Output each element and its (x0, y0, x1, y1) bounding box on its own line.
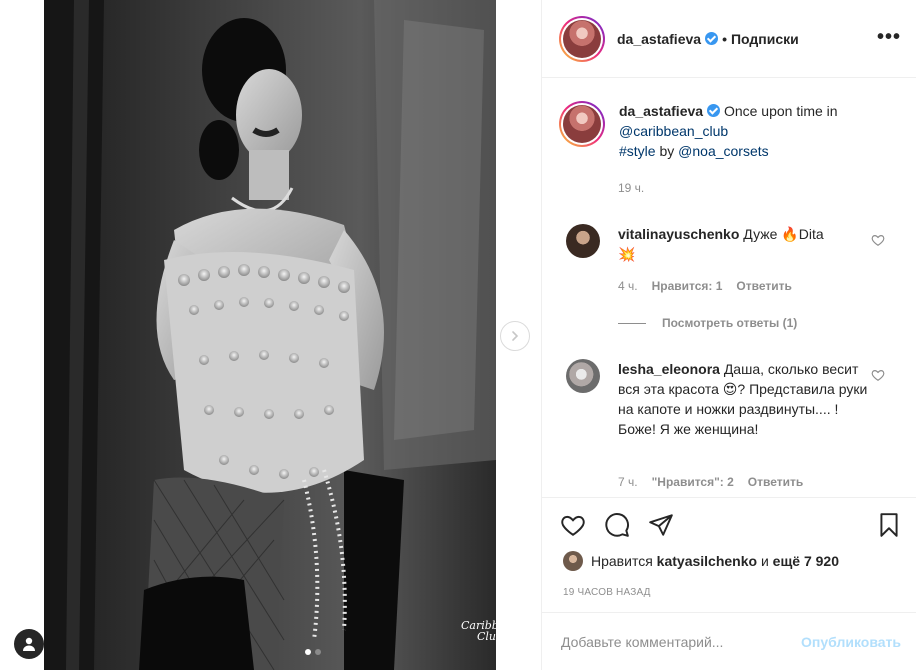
instagram-post-page: Caribbean Club da_astafieva • Подписки •… (0, 0, 916, 670)
post-actions: Нравится katyasilchenko и ещё 7 920 19 Ч… (542, 497, 916, 598)
next-slide-button[interactable] (500, 321, 530, 351)
header-separator: • (722, 30, 727, 47)
author-avatar-image (563, 19, 601, 58)
chevron-right-icon (512, 331, 519, 341)
comment-body-b: Dita (798, 226, 824, 242)
comments-area[interactable]: da_astafieva Once upon time in @caribbea… (542, 79, 916, 496)
verified-badge-icon (705, 32, 719, 45)
mention-noa-corsets[interactable]: @noa_corsets (678, 143, 768, 159)
likes-prefix: Нравится (591, 553, 653, 569)
reply-button[interactable]: Ответить (748, 475, 803, 489)
caption-avatar-image (563, 105, 601, 143)
comment-text: lesha_eleonora Даша, сколько весит вся э… (618, 359, 868, 439)
post-timestamp[interactable]: 19 ЧАСОВ НАЗАД (563, 587, 651, 598)
bookmark-icon[interactable] (876, 512, 902, 538)
add-comment-bar: Опубликовать (542, 612, 916, 670)
view-replies-button[interactable]: Посмотреть ответы (1) (618, 316, 797, 330)
liker-username[interactable]: katyasilchenko (657, 553, 757, 569)
likes-and: и (760, 553, 769, 569)
comment-item: vitalinayuschenko Дуже 🔥Dita 💥 (566, 224, 868, 264)
mention-caribbean-club[interactable]: @caribbean_club (619, 123, 728, 139)
caption-by: by (659, 143, 675, 159)
photo-image (44, 0, 496, 670)
caption-avatar[interactable] (559, 101, 605, 147)
post-header: da_astafieva • Подписки ••• (542, 0, 916, 78)
hashtag-style[interactable]: #style (619, 143, 656, 159)
post-caption: da_astafieva Once upon time in @caribbea… (559, 101, 909, 161)
commenter-avatar[interactable] (566, 224, 600, 258)
view-replies-label: Посмотреть ответы (1) (662, 316, 798, 330)
comment-likes[interactable]: "Нравится": 2 (652, 475, 734, 489)
carousel-dot (315, 649, 321, 655)
collision-emoji-icon: 💥 (618, 246, 636, 262)
author-username[interactable]: da_astafieva (617, 31, 701, 47)
like-comment-heart-icon[interactable] (871, 368, 885, 382)
like-comment-heart-icon[interactable] (871, 233, 885, 247)
user-icon (23, 637, 35, 651)
comment-meta: 7 ч. "Нравится": 2 Ответить (618, 475, 803, 489)
more-options-icon[interactable]: ••• (877, 27, 901, 47)
caption-time[interactable]: 19 ч. (618, 181, 644, 195)
commenter-username[interactable]: lesha_eleonora (618, 361, 720, 377)
post-side-panel: da_astafieva • Подписки ••• da_astafieva… (541, 0, 916, 670)
comment-item: lesha_eleonora Даша, сколько весит вся э… (566, 359, 868, 439)
comment-time[interactable]: 7 ч. (618, 475, 638, 489)
carousel-indicator (305, 649, 321, 655)
reply-button[interactable]: Ответить (736, 279, 791, 293)
left-gutter (0, 0, 44, 670)
replies-divider (618, 322, 646, 324)
comment-meta: 4 ч. Нравится: 1 Ответить (618, 279, 792, 293)
comment-input[interactable] (561, 633, 781, 650)
liker-avatar[interactable] (563, 551, 583, 571)
commenter-username[interactable]: vitalinayuschenko (618, 226, 739, 242)
author-avatar[interactable] (559, 15, 605, 62)
comment-likes[interactable]: Нравится: 1 (652, 279, 723, 293)
caribbean-club-logo: Caribbean Club (448, 620, 496, 642)
caption-text: da_astafieva Once upon time in @caribbea… (619, 101, 909, 161)
likes-count-button[interactable]: ещё 7 920 (773, 553, 839, 569)
like-heart-icon[interactable] (560, 512, 586, 538)
share-paper-plane-icon[interactable] (648, 512, 674, 538)
profile-shortcut-button[interactable] (14, 629, 44, 659)
comment-bubble-icon[interactable] (604, 512, 630, 538)
logo-line-2: Club (476, 630, 496, 643)
comment-text: vitalinayuschenko Дуже 🔥Dita 💥 (618, 224, 868, 264)
fire-emoji-icon: 🔥 (781, 226, 799, 242)
likes-summary: Нравится katyasilchenko и ещё 7 920 (563, 551, 839, 571)
caption-body: Once upon time in (723, 103, 838, 119)
heart-eyes-emoji-icon: 😍 (722, 381, 738, 397)
comment-body: Дуже (743, 226, 778, 242)
caption-username[interactable]: da_astafieva (619, 103, 703, 119)
comment-time[interactable]: 4 ч. (618, 279, 638, 293)
carousel-dot-active (305, 649, 311, 655)
commenter-avatar[interactable] (566, 359, 600, 393)
publish-button[interactable]: Опубликовать (801, 634, 901, 650)
following-button[interactable]: Подписки (731, 31, 799, 47)
verified-badge-icon (707, 104, 721, 117)
post-photo[interactable]: Caribbean Club (44, 0, 496, 670)
